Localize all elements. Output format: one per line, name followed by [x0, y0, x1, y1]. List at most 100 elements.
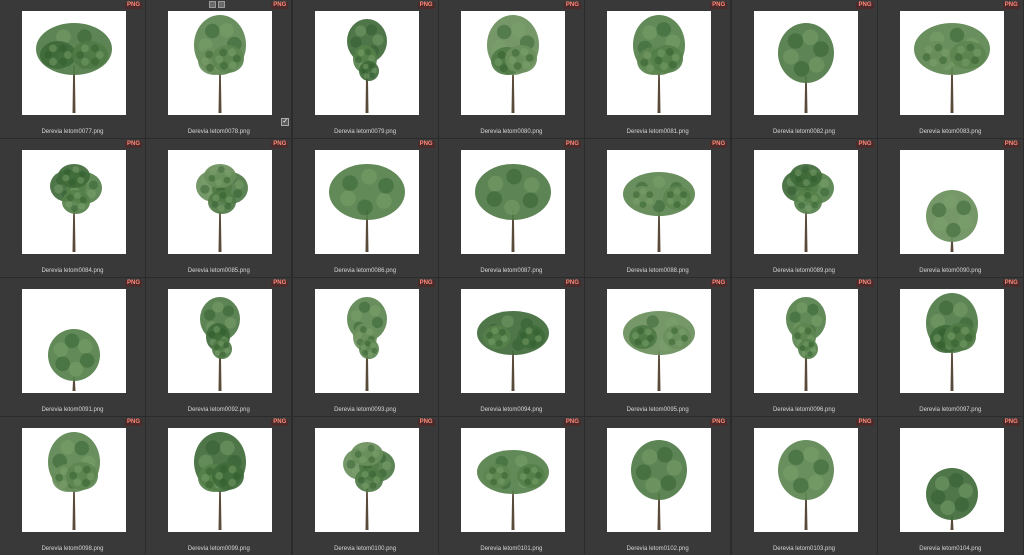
- thumbnail-tile[interactable]: PNG Derevia letom0085.png: [146, 139, 292, 277]
- thumbnail-tile[interactable]: PNG Derevia letom0086.png: [292, 139, 438, 277]
- thumbnail-preview[interactable]: [753, 150, 858, 254]
- thumbnail-tile[interactable]: PNG Derevia letom0103.png: [731, 417, 877, 555]
- foliage-detail: [524, 478, 531, 486]
- foliage-detail: [367, 456, 375, 463]
- thumbnail-tile[interactable]: PNG Derevia letom0088.png: [585, 139, 731, 277]
- foliage-detail: [970, 56, 979, 65]
- thumbnail-preview[interactable]: [753, 428, 858, 532]
- thumbnail-preview[interactable]: [314, 428, 419, 532]
- thumbnail-preview[interactable]: [460, 11, 565, 115]
- foliage-detail: [59, 480, 68, 489]
- thumbnail-tile[interactable]: PNG Derevia letom0091.png: [0, 278, 145, 416]
- thumbnail-preview[interactable]: [22, 428, 126, 532]
- thumbnail-tile[interactable]: PNG Derevia letom0098.png: [0, 417, 145, 555]
- foliage-detail: [803, 192, 811, 199]
- thumbnail-preview[interactable]: [607, 150, 712, 254]
- thumbnail-preview[interactable]: [314, 150, 419, 254]
- thumbnail-tile[interactable]: PNG Derevia letom0104.png: [877, 417, 1023, 555]
- foliage-detail: [359, 326, 367, 333]
- thumbnail-tile[interactable]: PNG Derevia letom0100.png: [292, 417, 438, 555]
- thumbnail-preview[interactable]: [22, 11, 126, 115]
- thumbnail-tile[interactable]: PNG Derevia letom0082.png: [731, 0, 877, 138]
- select-checkbox-icon[interactable]: ✓: [281, 118, 290, 126]
- tree-preview-image: [48, 432, 100, 530]
- edit-icon[interactable]: [218, 1, 226, 8]
- foliage-detail: [637, 327, 645, 335]
- thumbnail-preview[interactable]: [168, 289, 273, 393]
- thumbnail-tile[interactable]: PNG Derevia letom0094.png: [438, 278, 584, 416]
- thumbnail-preview[interactable]: [314, 11, 419, 115]
- foliage-detail: [636, 464, 652, 480]
- foliage-detail: [961, 326, 969, 335]
- thumbnail-preview[interactable]: [460, 289, 565, 393]
- preview-icon[interactable]: [209, 1, 217, 8]
- thumbnail-tile[interactable]: PNG Derevia letom0101.png: [438, 417, 584, 555]
- thumbnail-tile[interactable]: PNG Derevia letom0087.png: [438, 139, 584, 277]
- foliage-detail: [49, 44, 57, 53]
- file-name-label: Derevia letom0079.png: [334, 129, 397, 135]
- foliage-detail: [496, 466, 504, 474]
- thumbnail-preview[interactable]: [168, 11, 273, 115]
- foliage-detail: [367, 351, 373, 358]
- thumbnail-preview[interactable]: [460, 150, 565, 254]
- thumbnail-tile[interactable]: PNG Derevia letom0077.png: [0, 0, 145, 138]
- thumbnail-tile[interactable]: PNG Derevia letom0079.png: [292, 0, 438, 138]
- thumbnail-preview[interactable]: [460, 428, 565, 532]
- thumbnail-preview[interactable]: [607, 428, 712, 532]
- thumbnail-preview[interactable]: [607, 289, 712, 393]
- tree-preview-image: [925, 293, 978, 391]
- thumbnail-preview[interactable]: [168, 428, 273, 532]
- thumbnail-tile[interactable]: PNG Derevia letom0083.png: [877, 0, 1023, 138]
- thumbnail-tile[interactable]: PNG Derevia letom0093.png: [292, 278, 438, 416]
- thumbnail-tile[interactable]: PNG Derevia letom0097.png: [877, 278, 1023, 416]
- foliage-detail: [360, 68, 366, 75]
- foliage-detail: [354, 25, 366, 37]
- foliage-detail: [229, 61, 237, 70]
- tree-preview-image: [781, 164, 834, 252]
- thumbnail-preview[interactable]: [899, 150, 1004, 254]
- thumbnail-tile[interactable]: PNG Derevia letom0081.png: [585, 0, 731, 138]
- foliage-detail: [371, 67, 377, 74]
- thumbnail-preview[interactable]: [168, 150, 273, 254]
- thumbnail-tile[interactable]: PNG Derevia letom0096.png: [731, 278, 877, 416]
- foliage-detail: [362, 63, 369, 70]
- thumbnail-preview[interactable]: [899, 11, 1004, 115]
- thumbnail-preview[interactable]: [22, 289, 126, 393]
- thumbnail-tile[interactable]: PNG Derevia letom0092.png: [146, 278, 292, 416]
- foliage-detail: [65, 200, 73, 208]
- thumbnail-preview[interactable]: [899, 289, 1004, 393]
- thumbnail-tile[interactable]: PNG Derevia letom0095.png: [585, 278, 731, 416]
- thumbnail-tile[interactable]: PNG Derevia letom0102.png: [585, 417, 731, 555]
- thumbnail-tile[interactable]: PNG Derevia letom0089.png: [731, 139, 877, 277]
- thumbnail-preview[interactable]: [753, 11, 858, 115]
- foliage-detail: [641, 449, 658, 465]
- foliage-detail: [234, 180, 244, 190]
- foliage-detail: [497, 51, 506, 59]
- thumbnail-tile[interactable]: PNG Derevia letom0099.png: [146, 417, 292, 555]
- foliage-detail: [804, 205, 812, 212]
- foliage-detail: [205, 23, 220, 39]
- thumbnail-tile[interactable]: PNG Derevia letom0090.png: [877, 139, 1023, 277]
- file-type-badge: PNG: [124, 141, 142, 148]
- foliage-detail: [205, 50, 214, 59]
- foliage-detail: [74, 465, 82, 473]
- thumbnail-tile[interactable]: PNG Derevia letom0084.png: [0, 139, 145, 277]
- foliage-detail: [91, 57, 99, 66]
- thumbnail-preview[interactable]: [22, 150, 126, 254]
- foliage-detail: [802, 341, 809, 347]
- thumbnail-preview[interactable]: [753, 289, 858, 393]
- foliage-detail: [367, 54, 375, 62]
- thumbnail-tile[interactable]: PNG Derevia letom0080.png: [438, 0, 584, 138]
- foliage-detail: [489, 467, 496, 474]
- foliage-detail: [929, 58, 938, 67]
- tree-preview-image: [476, 450, 549, 530]
- foliage-detail: [76, 51, 84, 59]
- foliage-detail: [69, 471, 78, 480]
- foliage-detail: [933, 334, 941, 343]
- thumbnail-preview[interactable]: [314, 289, 419, 393]
- tree-trunk: [511, 351, 515, 391]
- thumbnail-preview[interactable]: [899, 428, 1004, 532]
- thumbnail-preview[interactable]: [607, 11, 712, 115]
- foliage-detail: [55, 473, 64, 482]
- thumbnail-tile[interactable]: PNG Derevia letom0078.png ✓: [146, 0, 292, 138]
